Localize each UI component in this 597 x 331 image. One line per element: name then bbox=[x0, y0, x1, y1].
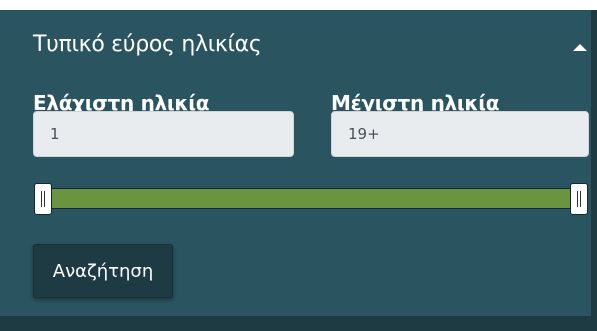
panel-bottom-edge bbox=[0, 316, 597, 331]
slider-max-handle[interactable] bbox=[570, 183, 588, 215]
search-button[interactable]: Αναζήτηση bbox=[33, 244, 173, 298]
caret-up-icon bbox=[573, 44, 587, 51]
slider-min-handle[interactable] bbox=[34, 183, 52, 215]
slider-selected-range bbox=[43, 188, 579, 209]
min-age-input[interactable] bbox=[33, 111, 294, 157]
grip-lines-icon bbox=[580, 191, 581, 207]
age-range-slider[interactable] bbox=[33, 180, 589, 218]
filter-title: Τυπικό εύρος ηλικίας bbox=[33, 32, 262, 57]
collapse-toggle[interactable] bbox=[570, 39, 590, 55]
grip-lines-icon bbox=[44, 191, 45, 207]
grip-lines-icon bbox=[41, 191, 42, 207]
max-age-input[interactable] bbox=[331, 111, 589, 157]
grip-lines-icon bbox=[577, 191, 578, 207]
